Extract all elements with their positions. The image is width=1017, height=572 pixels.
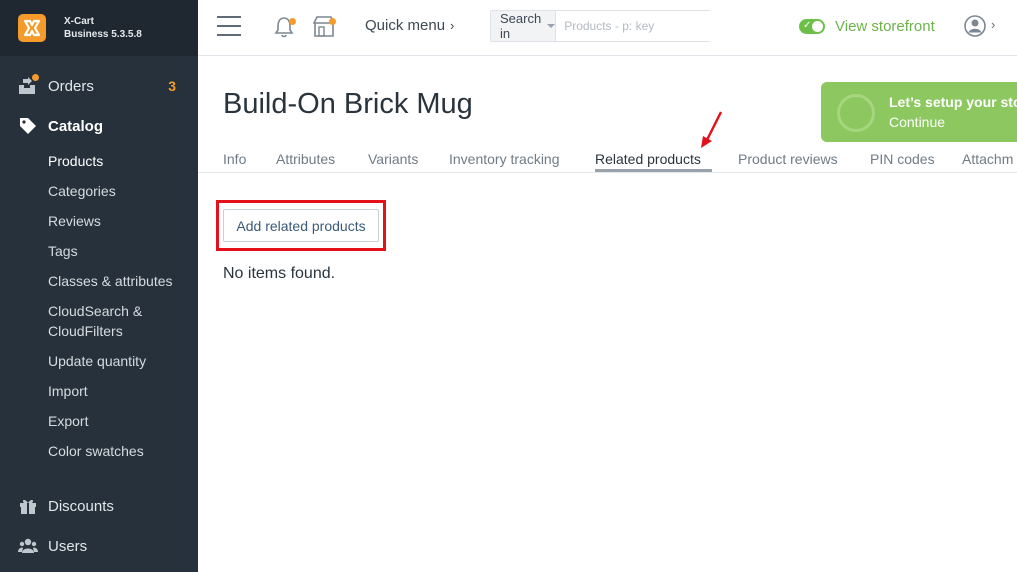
sidebar-item-catalog[interactable]: Catalog [0, 106, 198, 146]
sidebar: X-Cart Business 5.3.5.8 Orders 3 Catalog… [0, 0, 198, 572]
sidebar-item-label: Catalog [48, 117, 104, 135]
orders-count-badge: 3 [168, 78, 176, 94]
setup-continue-link[interactable]: Continue [889, 114, 945, 130]
sidebar-item-import[interactable]: Import [0, 376, 198, 406]
brand-text: X-Cart Business 5.3.5.8 [64, 15, 142, 41]
sidebar-item-label: CloudFilters [48, 323, 123, 339]
bell-icon[interactable] [274, 16, 296, 43]
search-scope-select[interactable]: Search in [491, 11, 557, 41]
tag-icon [18, 116, 38, 136]
brand: X-Cart Business 5.3.5.8 [0, 0, 198, 56]
brand-edition: Business 5.3.5.8 [64, 29, 142, 40]
chevron-right-icon: › [450, 18, 455, 33]
sidebar-item-label: CloudSearch & [48, 303, 143, 319]
brand-name: X-Cart [64, 16, 95, 27]
search-scope-label: Search in [500, 11, 542, 41]
sidebar-item-update-quantity[interactable]: Update quantity [0, 346, 198, 376]
gift-icon [18, 496, 38, 516]
progress-ring-icon [837, 94, 875, 132]
product-tabs: Info Attributes Variants Inventory track… [198, 146, 1017, 173]
xcart-logo-icon[interactable] [18, 14, 46, 42]
setup-title: Let’s setup your sto [889, 94, 1017, 110]
tab-pin-codes[interactable]: PIN codes [870, 151, 935, 167]
add-related-products-button[interactable]: Add related products [223, 209, 379, 242]
sidebar-item-tags[interactable]: Tags [0, 236, 198, 266]
menu-icon[interactable] [217, 16, 241, 36]
orders-notification-dot [32, 74, 39, 81]
chevron-right-icon: › [991, 17, 996, 32]
view-storefront-link[interactable]: View storefront [835, 18, 935, 35]
users-icon [18, 536, 38, 556]
sidebar-item-reviews[interactable]: Reviews [0, 206, 198, 236]
sidebar-item-users[interactable]: Users [0, 526, 198, 566]
sidebar-item-color-swatches[interactable]: Color swatches [0, 436, 198, 466]
tab-inventory-tracking[interactable]: Inventory tracking [449, 151, 560, 167]
quick-menu-label: Quick menu [365, 17, 446, 34]
storefront-toggle[interactable]: ✓ [799, 19, 825, 34]
sidebar-item-discounts[interactable]: Discounts [0, 486, 198, 526]
search-input[interactable] [556, 11, 720, 41]
sidebar-item-label: Discounts [48, 497, 114, 515]
check-icon: ✓ [803, 20, 812, 31]
setup-wizard-card[interactable]: Let’s setup your sto Continue [821, 82, 1017, 142]
arrow-annotation-icon [698, 110, 726, 157]
sidebar-item-products[interactable]: Products [0, 146, 198, 176]
tab-info[interactable]: Info [223, 151, 246, 167]
store-icon[interactable] [312, 15, 337, 42]
quick-menu[interactable]: Quick menu › [365, 17, 454, 34]
sidebar-item-classes-attributes[interactable]: Classes & attributes [0, 266, 198, 296]
page-title: Build-On Brick Mug [223, 88, 473, 120]
notification-dot [289, 18, 296, 25]
search-box: Search in [490, 10, 720, 42]
orders-icon [18, 74, 39, 96]
tab-related-products[interactable]: Related products [595, 151, 701, 167]
user-icon[interactable] [964, 15, 986, 42]
toggle-knob [812, 21, 823, 32]
sidebar-item-cloudsearch[interactable]: CloudSearch & CloudFilters [0, 296, 198, 346]
topbar: Quick menu› Search in ✓ View storefront … [198, 0, 1017, 56]
sidebar-item-export[interactable]: Export [0, 406, 198, 436]
tab-attachments[interactable]: Attachm [962, 151, 1013, 167]
caret-down-icon [547, 24, 556, 28]
sidebar-item-categories[interactable]: Categories [0, 176, 198, 206]
tab-variants[interactable]: Variants [368, 151, 418, 167]
sidebar-item-label: Orders [48, 77, 94, 95]
active-tab-indicator [595, 169, 712, 172]
store-notification-dot [329, 18, 336, 25]
tab-attributes[interactable]: Attributes [276, 151, 335, 167]
sidebar-item-orders[interactable]: Orders 3 [0, 66, 198, 106]
sidebar-item-label: Users [48, 537, 88, 555]
empty-state-message: No items found. [223, 265, 336, 282]
tab-product-reviews[interactable]: Product reviews [738, 151, 838, 167]
